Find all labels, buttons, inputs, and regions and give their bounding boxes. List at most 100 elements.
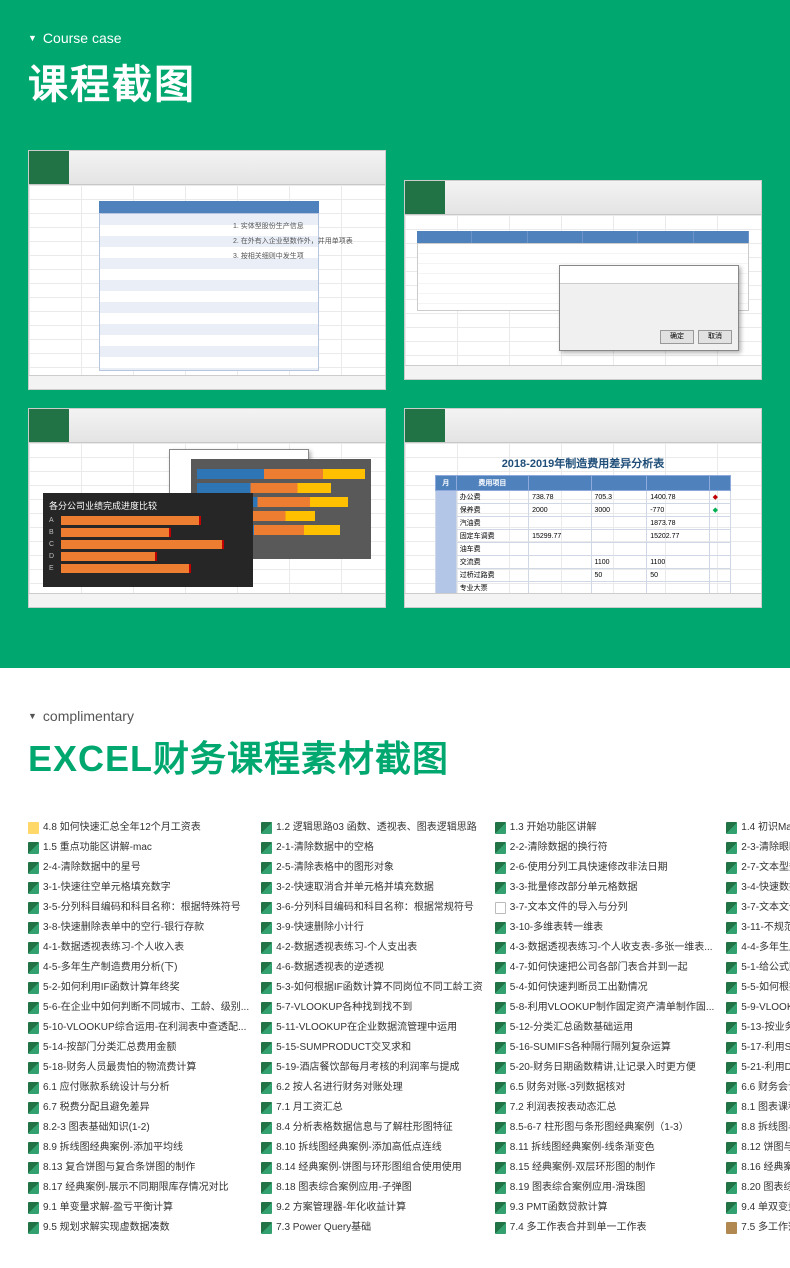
file-icon	[261, 822, 272, 834]
file-name: 2-5-清除表格中的图形对象	[276, 858, 394, 878]
file-name: 8.16 经典案例-XY散点图应用	[741, 1158, 790, 1178]
file-item: 5-21-利用DATEDIF函数计算账龄	[726, 1058, 790, 1078]
file-item: 5-5-如何根据信用等级调整供应商付款的信用期	[726, 978, 790, 998]
file-item: 5-19-酒店餐饮部每月考核的利润率与提成	[261, 1058, 483, 1078]
file-item: 7.4 多工作表合并到单一工作表	[495, 1218, 714, 1238]
file-name: 8.5-6-7 柱形图与条形图经典案例（1-3）	[510, 1118, 689, 1138]
file-item: 8.11 拆线图经典案例-线条渐变色	[495, 1138, 714, 1158]
file-name: 5-21-利用DATEDIF函数计算账龄	[741, 1058, 790, 1078]
file-icon	[726, 1102, 737, 1114]
file-item: 8.20 图表综合案例应用-增幅条形图	[726, 1178, 790, 1198]
file-item: 5-12-分类汇总函数基础运用	[495, 1018, 714, 1038]
file-name: 5-6-在企业中如何判断不同城市、工龄、级别...	[43, 998, 249, 1018]
file-name: 5-13-按业务员单位分年度汇总（模糊）	[741, 1018, 790, 1038]
file-icon	[495, 1062, 506, 1074]
file-name: 8.4 分析表格数据信息与了解柱形图特征	[276, 1118, 453, 1138]
file-item: 2-4-清除数据中的星号	[28, 858, 249, 878]
file-icon	[495, 1102, 506, 1114]
file-name: 5-19-酒店餐饮部每月考核的利润率与提成	[276, 1058, 459, 1078]
complimentary-header: complimentary EXCEL财务课程素材截图	[0, 668, 790, 802]
file-item: 1.2 逻辑思路03 函数、透视表、图表逻辑思路	[261, 818, 483, 838]
file-name: 9.3 PMT函数贷款计算	[510, 1198, 608, 1218]
file-icon	[261, 1222, 272, 1234]
screenshot-grid: 1. 实体型股份生产信息 2. 在外有入企业型数作外，并用单项表 3. 按相关细…	[0, 150, 790, 668]
file-name: 4-3-数据透视表练习-个人收支表-多张一维表...	[510, 938, 713, 958]
file-item: 5-1-给公式赋上IF的翅膀的引用	[726, 958, 790, 978]
file-item: 8.2-3 图表基础知识(1-2)	[28, 1118, 249, 1138]
file-icon	[261, 962, 272, 974]
file-name: 5-3-如何根据IF函数计算不同岗位不同工龄工资	[276, 978, 483, 998]
file-item: 3-10-多维表转一维表	[495, 918, 714, 938]
file-icon	[261, 1042, 272, 1054]
file-name: 3-4-快速数据合并	[741, 878, 790, 898]
file-name: 7.1 月工资汇总	[276, 1098, 343, 1118]
file-list: 4.8 如何快速汇总全年12个月工资表1.5 重点功能区讲解-mac2-4-清除…	[0, 802, 790, 1268]
file-name: 8.12 饼图与环形图的基本使用	[741, 1138, 790, 1158]
file-item: 3-3-批量修改部分单元格数据	[495, 878, 714, 898]
file-item: 4-6-数据透视表的逆透视	[261, 958, 483, 978]
file-item: 7.1 月工资汇总	[261, 1098, 483, 1118]
file-name: 1.4 初识Mac-Excel	[741, 818, 790, 838]
file-icon	[261, 1162, 272, 1174]
excel-statusbar	[405, 365, 761, 379]
file-icon	[28, 1122, 39, 1134]
file-icon	[495, 1042, 506, 1054]
file-item: 5-16-SUMIFS各种隔行隔列复杂运算	[495, 1038, 714, 1058]
file-name: 9.5 规划求解实现虚数据凑数	[43, 1218, 170, 1238]
file-item: 8.10 拆线图经典案例-添加高低点连线	[261, 1138, 483, 1158]
file-item: 6.5 财务对账-3列数据核对	[495, 1078, 714, 1098]
file-icon	[726, 1062, 737, 1074]
file-name: 8.17 经典案例-展示不同期限库存情况对比	[43, 1178, 229, 1198]
file-icon	[495, 1202, 506, 1214]
file-icon	[261, 1062, 272, 1074]
file-icon	[726, 962, 737, 974]
excel-ribbon	[405, 409, 761, 443]
file-name: 1.5 重点功能区讲解-mac	[43, 838, 152, 858]
file-item: 5-18-财务人员最贵怕的物流费计算	[28, 1058, 249, 1078]
file-icon	[495, 1162, 506, 1174]
complimentary-subtitle: complimentary	[28, 708, 762, 724]
file-icon	[726, 862, 737, 874]
file-item: 5-11-VLOOKUP在企业数据流管理中运用	[261, 1018, 483, 1038]
file-name: 7.4 多工作表合并到单一工作表	[510, 1218, 647, 1238]
file-name: 3-7-文本文件的导入与分列	[741, 898, 790, 918]
file-icon	[261, 942, 272, 954]
ok-button[interactable]: 确定	[660, 330, 694, 344]
file-item: 4-1-数据透视表练习-个人收入表	[28, 938, 249, 958]
file-item: 7.3 Power Query基础	[261, 1218, 483, 1238]
file-item: 9.3 PMT函数贷款计算	[495, 1198, 714, 1218]
file-icon	[28, 1022, 39, 1034]
file-name: 1.2 逻辑思路03 函数、透视表、图表逻辑思路	[276, 818, 477, 838]
cancel-button[interactable]: 取消	[698, 330, 732, 344]
course-case-header: Course case 课程截图	[0, 0, 790, 150]
excel-ribbon	[29, 151, 385, 185]
file-icon	[726, 822, 737, 834]
file-name: 3-6-分列科目编码和科目名称：根据常规符号	[276, 898, 474, 918]
file-icon	[495, 862, 506, 874]
file-icon	[261, 1102, 272, 1114]
file-item: 6.6 财务会计专用金额大写	[726, 1078, 790, 1098]
file-item: 8.14 经典案例-饼图与环形图组合使用使用	[261, 1158, 483, 1178]
file-name: 4-5-多年生产制造费用分析(下)	[43, 958, 177, 978]
file-icon	[495, 842, 506, 854]
file-icon	[28, 942, 39, 954]
file-item: 3-7-文本文件的导入与分列	[495, 898, 714, 918]
file-item: 1.5 重点功能区讲解-mac	[28, 838, 249, 858]
file-name: 4-4-多年生产制造费用分析(上)	[741, 938, 790, 958]
file-icon	[28, 1202, 39, 1214]
file-name: 8.15 经典案例-双层环形图的制作	[510, 1158, 656, 1178]
file-icon	[726, 1162, 737, 1174]
file-name: 3-9-快速删除小计行	[276, 918, 364, 938]
file-item: 5-7-VLOOKUP各种找到找不到	[261, 998, 483, 1018]
file-name: 3-3-批量修改部分单元格数据	[510, 878, 638, 898]
file-name: 7.3 Power Query基础	[276, 1218, 371, 1238]
file-icon	[726, 902, 737, 914]
file-name: 3-1-快速往空单元格填充数字	[43, 878, 171, 898]
file-icon	[726, 1202, 737, 1214]
file-item: 5-9-VLOOKUP综合运用-根据应收账款表制单...	[726, 998, 790, 1018]
file-item: 4-7-如何快速把公司各部门表合并到一起	[495, 958, 714, 978]
file-item: 3-11-不规范数据综合实战练习	[726, 918, 790, 938]
file-icon	[28, 1222, 39, 1234]
file-icon	[261, 982, 272, 994]
file-icon	[28, 1062, 39, 1074]
